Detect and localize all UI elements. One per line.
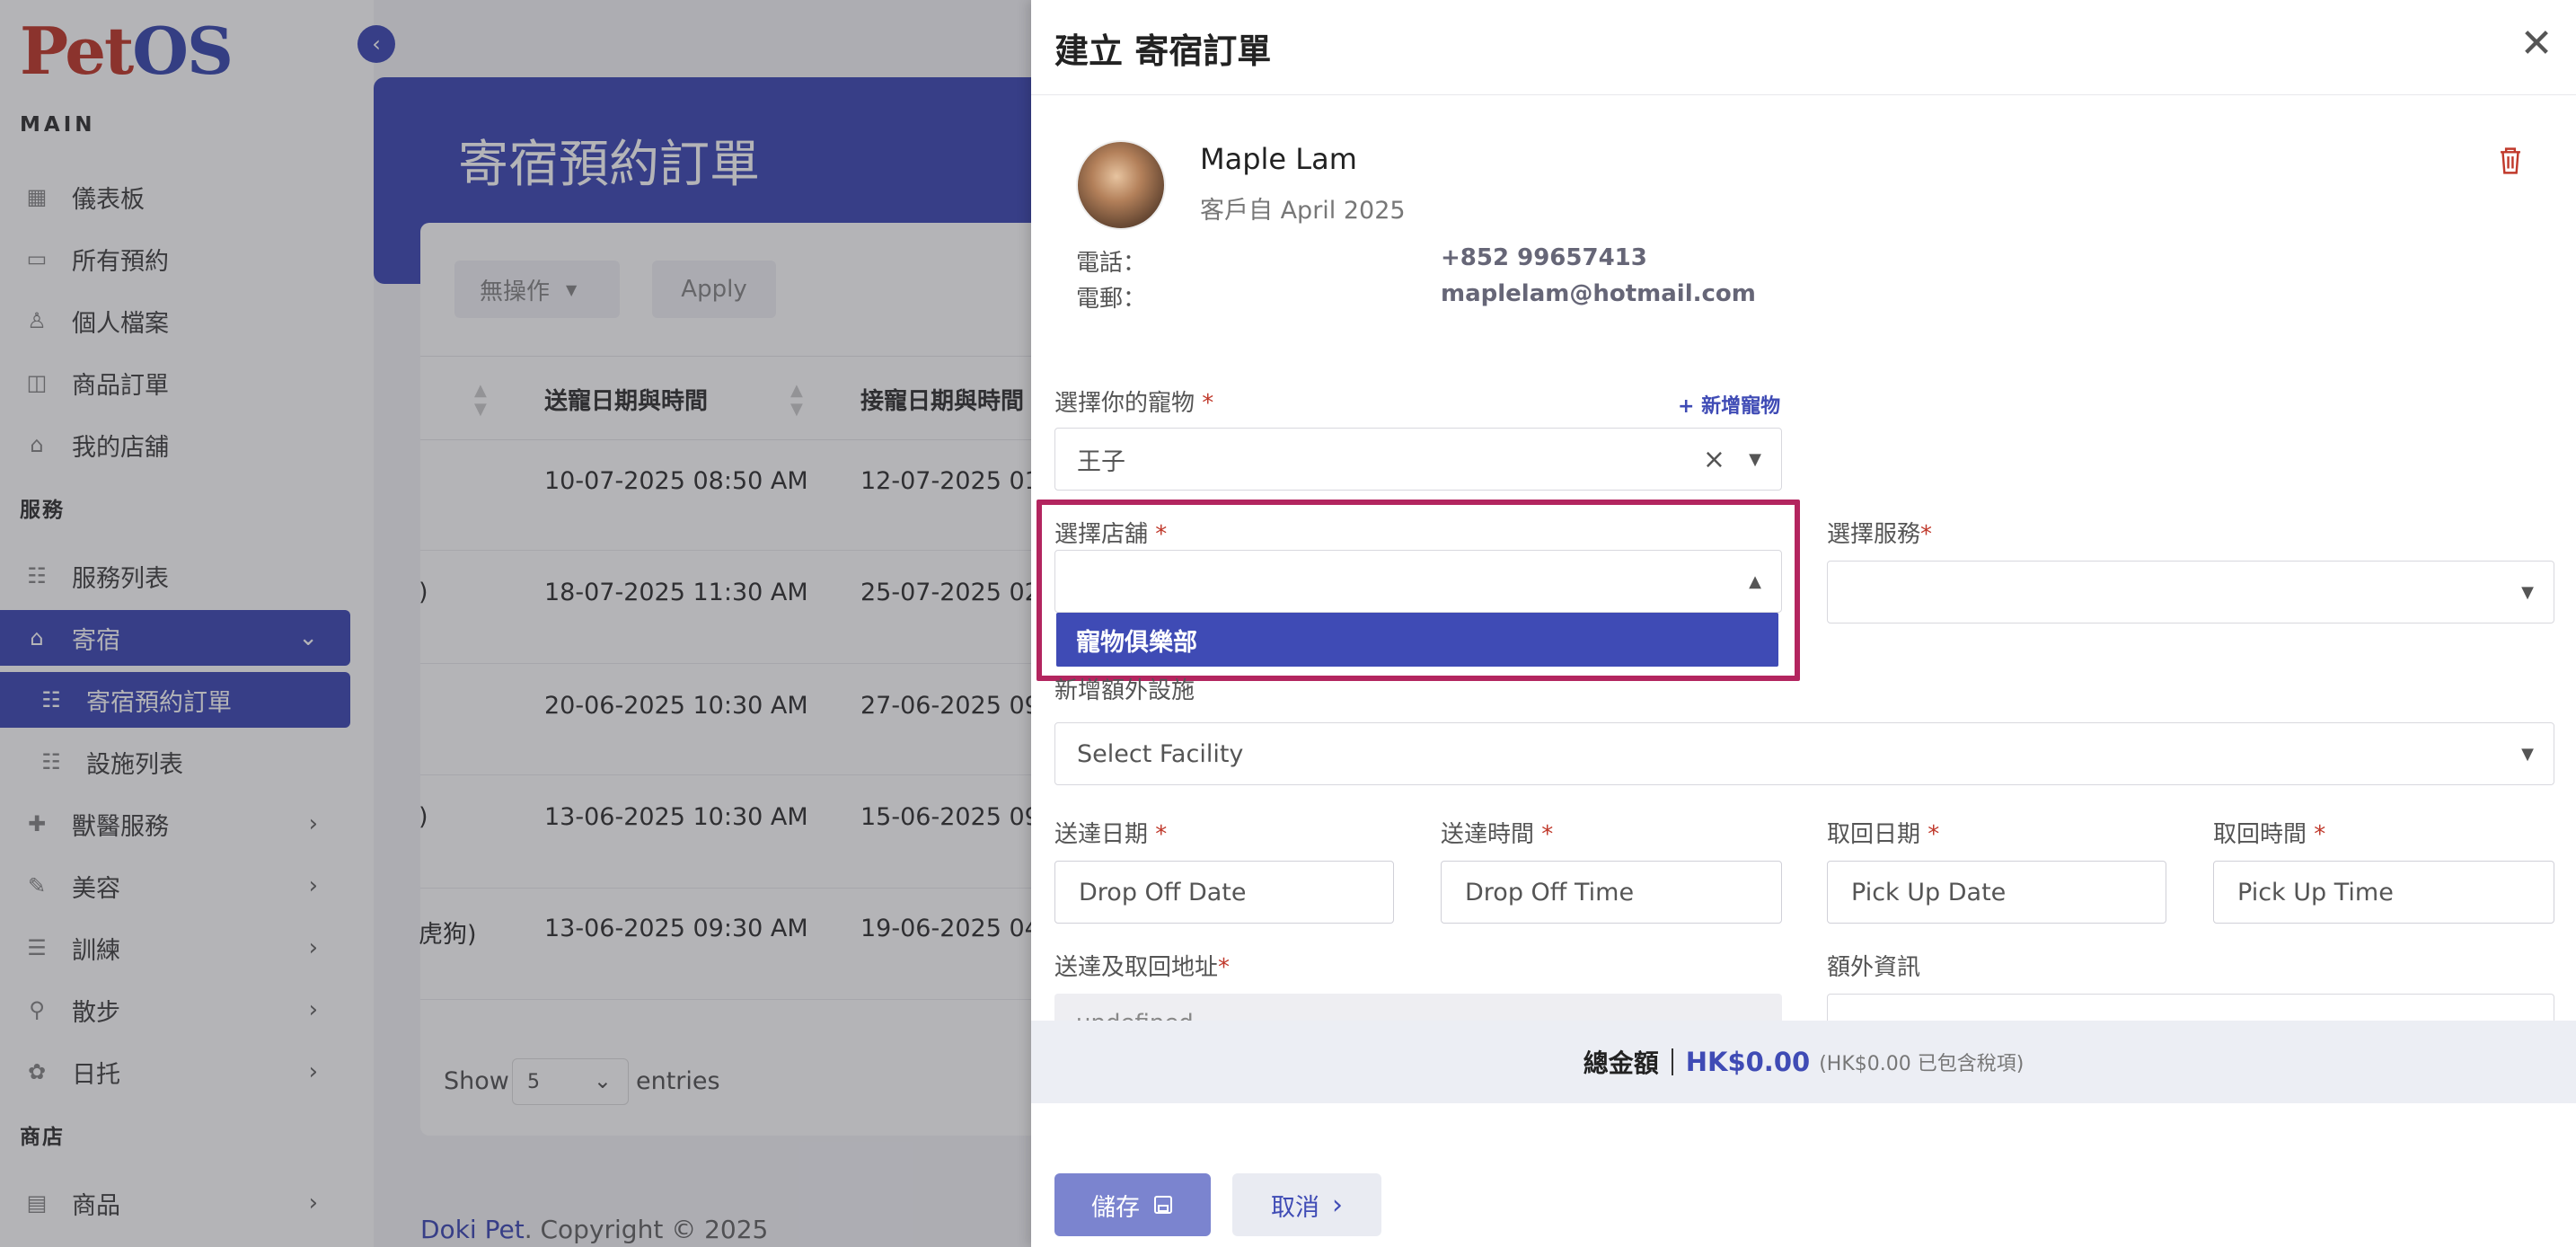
- pet-select[interactable]: 王子 × ▼: [1054, 428, 1782, 491]
- address-field-label: 送達及取回地址*: [1054, 954, 1231, 981]
- drawer-title: 建立 寄宿訂單: [1054, 31, 1272, 71]
- create-boarding-order-drawer: 建立 寄宿訂單 ✕ Maple Lam 客戶自 April 2025 電話： +…: [1031, 0, 2576, 1247]
- caret-down-icon: ▼: [2521, 583, 2534, 602]
- pickup-date-input[interactable]: Pick Up Date: [1827, 861, 2166, 924]
- clear-icon[interactable]: ×: [1703, 444, 1725, 475]
- modal-backdrop[interactable]: [0, 0, 1031, 1247]
- extra-info-label: 額外資訊: [1827, 954, 1921, 981]
- save-button[interactable]: 儲存: [1054, 1173, 1211, 1236]
- pickup-time-label: 取回時間 *: [2213, 821, 2326, 848]
- email-value: maplelam@hotmail.com: [1441, 280, 1756, 307]
- highlight-box: [1037, 500, 1800, 681]
- trash-icon[interactable]: [2497, 146, 2524, 176]
- cancel-button[interactable]: 取消 ›: [1232, 1173, 1381, 1236]
- facility-field-label: 新增額外設施: [1054, 677, 1195, 704]
- save-icon: [1154, 1196, 1172, 1214]
- total-divider: [1671, 1048, 1673, 1075]
- service-select[interactable]: ▼: [1827, 561, 2554, 624]
- customer-since: 客戶自 April 2025: [1200, 197, 1406, 225]
- caret-down-icon: ▼: [1749, 450, 1761, 469]
- facility-select[interactable]: Select Facility ▼: [1054, 722, 2554, 785]
- pet-field-label: 選擇你的寵物 *: [1054, 390, 1214, 417]
- customer-name: Maple Lam: [1200, 142, 1357, 176]
- email-label: 電郵：: [1076, 286, 1147, 313]
- phone-label: 電話：: [1076, 250, 1147, 277]
- avatar: [1076, 140, 1166, 230]
- pickup-time-input[interactable]: Pick Up Time: [2213, 861, 2554, 924]
- dropoff-date-label: 送達日期 *: [1054, 821, 1168, 848]
- dropoff-time-label: 送達時間 *: [1441, 821, 1554, 848]
- total-amount: HK$0.00: [1685, 1047, 1811, 1077]
- dropoff-date-input[interactable]: Drop Off Date: [1054, 861, 1394, 924]
- chevron-right-icon: ›: [1332, 1189, 1343, 1221]
- total-bar: 總金額 HK$0.00 (HK$0.00 已包含稅項): [1031, 1021, 2576, 1103]
- close-icon[interactable]: ✕: [2515, 21, 2558, 66]
- phone-value: +852 99657413: [1441, 244, 1647, 271]
- caret-down-icon: ▼: [2521, 745, 2534, 764]
- total-tax-note: (HK$0.00 已包含稅項): [1819, 1053, 2025, 1075]
- drawer-header: 建立 寄宿訂單 ✕: [1031, 0, 2576, 95]
- service-field-label: 選擇服務*: [1827, 521, 1933, 548]
- pickup-date-label: 取回日期 *: [1827, 821, 1940, 848]
- total-label: 總金額: [1583, 1048, 1659, 1078]
- add-pet-link[interactable]: + 新增寵物: [1678, 390, 1780, 419]
- dropoff-time-input[interactable]: Drop Off Time: [1441, 861, 1782, 924]
